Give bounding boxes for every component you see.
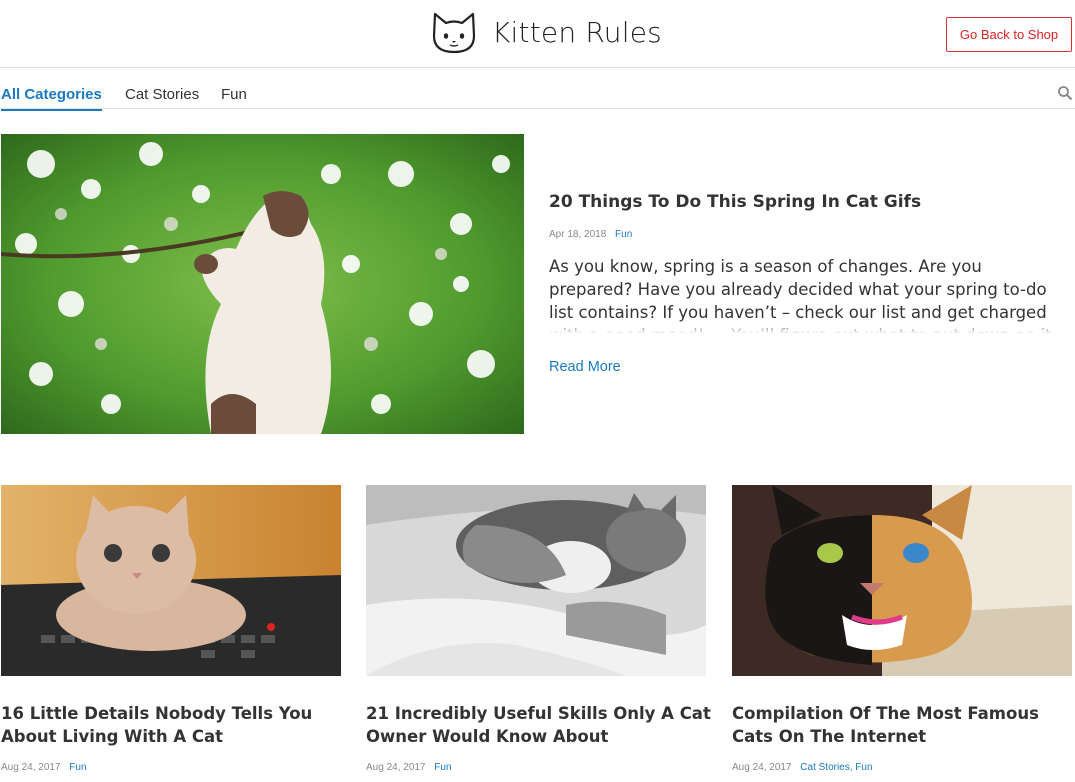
go-back-to-shop-button[interactable]: Go Back to Shop bbox=[946, 17, 1072, 52]
post-category-3[interactable]: Cat Stories, Fun bbox=[800, 762, 872, 773]
search-icon[interactable] bbox=[1057, 85, 1073, 101]
post-image-two-faced-cat[interactable] bbox=[732, 485, 1072, 676]
excerpt-fade bbox=[549, 320, 1069, 334]
featured-post-category[interactable]: Fun bbox=[615, 229, 632, 240]
tab-fun[interactable]: Fun bbox=[221, 86, 247, 109]
post-meta-1: Aug 24, 2017 Fun bbox=[1, 762, 87, 773]
featured-post-title[interactable]: 20 Things To Do This Spring In Cat Gifs bbox=[549, 192, 921, 212]
post-date-3: Aug 24, 2017 bbox=[732, 762, 792, 773]
site-header: Kitten Rules Go Back to Shop bbox=[0, 0, 1075, 68]
cat-face-icon bbox=[432, 12, 476, 54]
post-meta-2: Aug 24, 2017 Fun bbox=[366, 762, 452, 773]
post-date-2: Aug 24, 2017 bbox=[366, 762, 426, 773]
post-title-3[interactable]: Compilation Of The Most Famous Cats On T… bbox=[732, 702, 1075, 748]
post-category-1[interactable]: Fun bbox=[69, 762, 86, 773]
featured-post-image[interactable] bbox=[1, 134, 524, 434]
tab-all-categories[interactable]: All Categories bbox=[1, 86, 102, 111]
post-meta-3: Aug 24, 2017 Cat Stories, Fun bbox=[732, 762, 873, 773]
post-image-kitten-keyboard[interactable] bbox=[1, 485, 341, 676]
site-title: Kitten Rules bbox=[492, 15, 662, 49]
read-more-link[interactable]: Read More bbox=[549, 359, 621, 375]
post-category-2[interactable]: Fun bbox=[434, 762, 451, 773]
post-title-2[interactable]: 21 Incredibly Useful Skills Only A Cat O… bbox=[366, 702, 711, 748]
post-date-1: Aug 24, 2017 bbox=[1, 762, 61, 773]
featured-post-date: Apr 18, 2018 bbox=[549, 229, 607, 240]
post-image-girl-sleeping-cat[interactable] bbox=[366, 485, 706, 676]
featured-post-meta: Apr 18, 2018 Fun bbox=[549, 229, 632, 240]
post-title-1[interactable]: 16 Little Details Nobody Tells You About… bbox=[1, 702, 346, 748]
site-logo[interactable]: Kitten Rules bbox=[428, 8, 662, 56]
category-nav: All Categories Cat Stories Fun bbox=[0, 68, 1075, 111]
tab-cat-stories[interactable]: Cat Stories bbox=[125, 86, 199, 109]
